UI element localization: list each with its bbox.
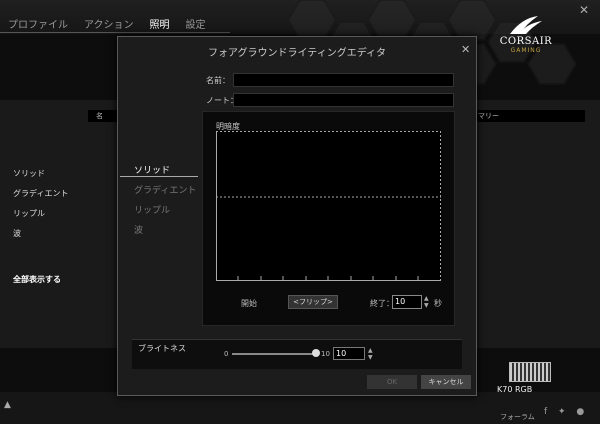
keyboard-icon[interactable] (509, 362, 551, 382)
seconds-label: 秒 (434, 299, 442, 308)
brightness-max: 10 (321, 350, 330, 358)
tab-bar: プロファイル アクション 照明 設定 (0, 16, 214, 32)
sails-icon (510, 16, 542, 34)
brightness-label: ブライトネス (138, 344, 186, 353)
menu-active-underline (120, 176, 198, 177)
note-input[interactable] (233, 93, 454, 107)
brightness-input[interactable]: 10 (333, 347, 365, 360)
tab-underline (0, 32, 230, 33)
forum-link[interactable]: フォーラム (500, 412, 535, 422)
name-label: 名前： (206, 76, 230, 85)
brightness-spinner-icon[interactable]: ▲ ▼ (368, 347, 373, 361)
collapse-arrow-icon[interactable]: ▲ (4, 400, 11, 410)
modal-title: フォアグラウンドライティングエディタ (208, 48, 386, 59)
bg-menu-wave[interactable]: 波 (13, 228, 21, 239)
intensity-graph-svg (216, 131, 441, 281)
modal-close-icon[interactable]: ✕ (461, 43, 470, 56)
flip-button[interactable]: <フリップ> (288, 295, 338, 309)
logo-brand: CORSAIR (499, 36, 553, 47)
intensity-graph[interactable] (216, 131, 441, 281)
window-close-icon[interactable]: ✕ (579, 3, 589, 17)
tab-action[interactable]: アクション (76, 16, 142, 32)
bg-menu-solid[interactable]: ソリッド (13, 168, 45, 179)
device-label: K70 RGB (497, 385, 533, 394)
menu-ripple[interactable]: リップル (134, 203, 170, 216)
brightness-slider-thumb[interactable] (312, 349, 320, 357)
bg-menu-ripple[interactable]: リップル (13, 208, 45, 219)
show-all-button[interactable]: 全部表示する (13, 274, 61, 285)
brightness-slider-track[interactable] (232, 353, 316, 355)
foreground-lighting-editor: フォアグラウンドライティングエディタ ✕ 名前： ノート： ソリッド グラディエ… (117, 36, 477, 396)
tab-profile[interactable]: プロファイル (0, 16, 76, 32)
tab-lighting[interactable]: 照明 (142, 16, 178, 32)
background-field-left: 名 (88, 110, 120, 122)
start-label: 開始 (241, 299, 257, 308)
brightness-min: 0 (224, 350, 229, 358)
logo-sub: GAMING (510, 47, 542, 54)
menu-solid[interactable]: ソリッド (134, 163, 170, 176)
bg-menu-gradient[interactable]: グラディエント (13, 188, 68, 199)
menu-gradient[interactable]: グラディエント (134, 183, 196, 196)
ok-button[interactable]: OK (367, 375, 417, 389)
cancel-button[interactable]: キャンセル (421, 375, 471, 389)
tab-settings[interactable]: 設定 (178, 16, 214, 32)
background-field-right: マリー (470, 110, 585, 122)
menu-wave[interactable]: 波 (134, 223, 143, 236)
background-field-left-text: 名 (96, 112, 103, 120)
end-label: 終了： (370, 299, 394, 308)
end-spinner-icon[interactable]: ▲ ▼ (424, 295, 429, 309)
end-input[interactable]: 10 (392, 295, 422, 309)
corsair-logo: CORSAIR GAMING (486, 14, 566, 64)
social-icons[interactable]: f ✦ ● (544, 407, 588, 417)
name-input[interactable] (233, 73, 454, 87)
